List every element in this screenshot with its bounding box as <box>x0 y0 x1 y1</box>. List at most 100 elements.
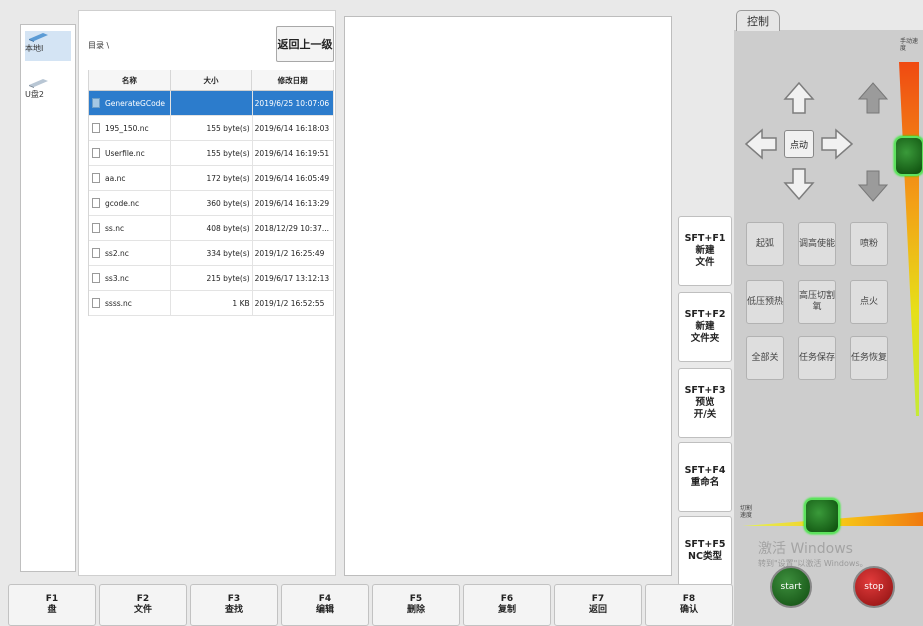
table-row[interactable]: ss3.nc 215 byte(s) 2019/6/17 13:12:13 <box>89 266 334 291</box>
nc-type-button[interactable]: SFT+F5 NC类型 <box>678 516 732 586</box>
f6-copy-button[interactable]: F6 复制 <box>463 584 551 626</box>
drive-local[interactable]: 本地I <box>25 31 71 61</box>
table-row[interactable]: 195_150.nc 155 byte(s) 2019/6/14 16:18:03 <box>89 116 334 141</box>
fkey-key: F2 <box>136 594 150 604</box>
sft-key: SFT+F5 <box>684 539 726 550</box>
sft-key: SFT+F1 <box>684 233 726 244</box>
f1-disk-button[interactable]: F1 盘 <box>8 584 96 626</box>
file-icon <box>92 123 100 133</box>
column-date[interactable]: 修改日期 <box>252 70 335 90</box>
file-name: ssss.nc <box>105 298 132 308</box>
powder-spray-button[interactable]: 喷粉 <box>850 222 888 266</box>
table-row[interactable]: GenerateGCode 2019/6/25 10:07:06 <box>89 91 334 116</box>
cell-size: 334 byte(s) <box>171 241 253 265</box>
file-name: aa.nc <box>105 173 126 183</box>
arc-start-button[interactable]: 起弧 <box>746 222 784 266</box>
high-pressure-oxygen-button[interactable]: 高压切割氧 <box>798 280 836 324</box>
fkey-label: 查找 <box>224 605 243 615</box>
low-pressure-preheat-button[interactable]: 低压预热 <box>746 280 784 324</box>
table-row[interactable]: gcode.nc 360 byte(s) 2019/6/14 16:13:29 <box>89 191 334 216</box>
sft-key: SFT+F2 <box>684 309 726 320</box>
fkey-label: 编辑 <box>315 605 334 615</box>
axis-up-arrow-icon[interactable] <box>856 80 890 116</box>
sft-key: SFT+F3 <box>684 385 726 396</box>
file-icon <box>92 223 100 233</box>
new-file-button[interactable]: SFT+F1 新建 文件 <box>678 216 732 286</box>
drive-icon <box>29 33 48 42</box>
start-button[interactable]: start <box>770 566 812 608</box>
f4-edit-button[interactable]: F4 编辑 <box>281 584 369 626</box>
task-save-button[interactable]: 任务保存 <box>798 336 836 380</box>
stop-button[interactable]: stop <box>853 566 895 608</box>
table-row[interactable]: aa.nc 172 byte(s) 2019/6/14 16:05:49 <box>89 166 334 191</box>
tab-control[interactable]: 控制 <box>736 10 780 31</box>
cut-speed-slider[interactable] <box>804 498 840 534</box>
axis-down-arrow-icon[interactable] <box>856 168 890 204</box>
fkey-label: 复制 <box>497 605 516 615</box>
file-table: 名称 大小 修改日期 GenerateGCode 2019/6/25 10:07:… <box>88 70 335 316</box>
drive-usb[interactable]: U盘2 <box>25 77 71 107</box>
manual-speed-slider[interactable] <box>894 136 923 176</box>
all-off-button[interactable]: 全部关 <box>746 336 784 380</box>
cell-size: 1 KB <box>171 291 253 315</box>
fkey-key: F4 <box>318 594 332 604</box>
cell-size: 408 byte(s) <box>171 216 253 240</box>
cell-size: 155 byte(s) <box>171 141 253 165</box>
table-row[interactable]: Userfile.nc 155 byte(s) 2019/6/14 16:19:51 <box>89 141 334 166</box>
f5-delete-button[interactable]: F5 删除 <box>372 584 460 626</box>
fkey-label: 文件 <box>133 605 152 615</box>
table-row[interactable]: ss.nc 408 byte(s) 2018/12/29 10:37... <box>89 216 334 241</box>
sft-label: 开/关 <box>693 409 717 420</box>
column-name[interactable]: 名称 <box>89 70 171 90</box>
f7-back-button[interactable]: F7 返回 <box>554 584 642 626</box>
manual-speed-label: 手动速度 <box>900 38 919 52</box>
file-name: Userfile.nc <box>105 148 145 158</box>
jog-right-arrow-icon[interactable] <box>820 126 854 162</box>
go-up-button[interactable]: 返回上一级 <box>276 26 334 62</box>
cell-size: 360 byte(s) <box>171 191 253 215</box>
drive-label: 本地I <box>25 44 44 53</box>
table-row[interactable]: ssss.nc 1 KB 2019/1/2 16:52:55 <box>89 291 334 316</box>
file-name: 195_150.nc <box>105 123 149 133</box>
drive-tree: 本地I U盘2 <box>20 24 76 572</box>
cell-name: ss.nc <box>89 216 172 240</box>
cut-speed-label: 切割速度 <box>740 505 753 519</box>
file-name: ss2.nc <box>105 248 129 258</box>
cell-size: 215 byte(s) <box>171 266 253 290</box>
cell-name: Userfile.nc <box>89 141 172 165</box>
file-icon <box>92 148 100 158</box>
cell-date: 2019/6/14 16:13:29 <box>253 191 334 215</box>
cell-name: aa.nc <box>89 166 172 190</box>
cell-size: 155 byte(s) <box>171 116 253 140</box>
cell-name: ss3.nc <box>89 266 172 290</box>
fkey-label: 确认 <box>679 605 698 615</box>
file-name: ss.nc <box>105 223 125 233</box>
sft-label: 新建 <box>695 245 715 256</box>
cell-name: gcode.nc <box>89 191 172 215</box>
table-row[interactable]: ss2.nc 334 byte(s) 2019/1/2 16:25:49 <box>89 241 334 266</box>
file-name: ss3.nc <box>105 273 129 283</box>
cell-date: 2019/6/17 13:12:13 <box>253 266 334 290</box>
cell-date: 2019/1/2 16:25:49 <box>253 241 334 265</box>
task-restore-button[interactable]: 任务恢复 <box>850 336 888 380</box>
height-enable-button[interactable]: 调高使能 <box>798 222 836 266</box>
f3-find-button[interactable]: F3 查找 <box>190 584 278 626</box>
jog-left-arrow-icon[interactable] <box>744 126 778 162</box>
fkey-key: F7 <box>591 594 605 604</box>
usb-drive-icon <box>29 79 48 88</box>
f8-confirm-button[interactable]: F8 确认 <box>645 584 733 626</box>
file-icon <box>92 198 100 208</box>
jog-toggle-button[interactable]: 点动 <box>784 130 814 158</box>
activate-windows-watermark: 激活 Windows <box>758 541 853 557</box>
column-size[interactable]: 大小 <box>171 70 253 90</box>
table-header: 名称 大小 修改日期 <box>89 70 335 91</box>
new-folder-button[interactable]: SFT+F2 新建 文件夹 <box>678 292 732 362</box>
preview-toggle-button[interactable]: SFT+F3 预览 开/关 <box>678 368 732 438</box>
breadcrumb: 目录 \ <box>88 41 110 50</box>
jog-down-arrow-icon[interactable] <box>782 166 816 202</box>
ignite-button[interactable]: 点火 <box>850 280 888 324</box>
cell-name: 195_150.nc <box>89 116 172 140</box>
f2-file-button[interactable]: F2 文件 <box>99 584 187 626</box>
rename-button[interactable]: SFT+F4 重命名 <box>678 442 732 512</box>
jog-up-arrow-icon[interactable] <box>782 80 816 116</box>
